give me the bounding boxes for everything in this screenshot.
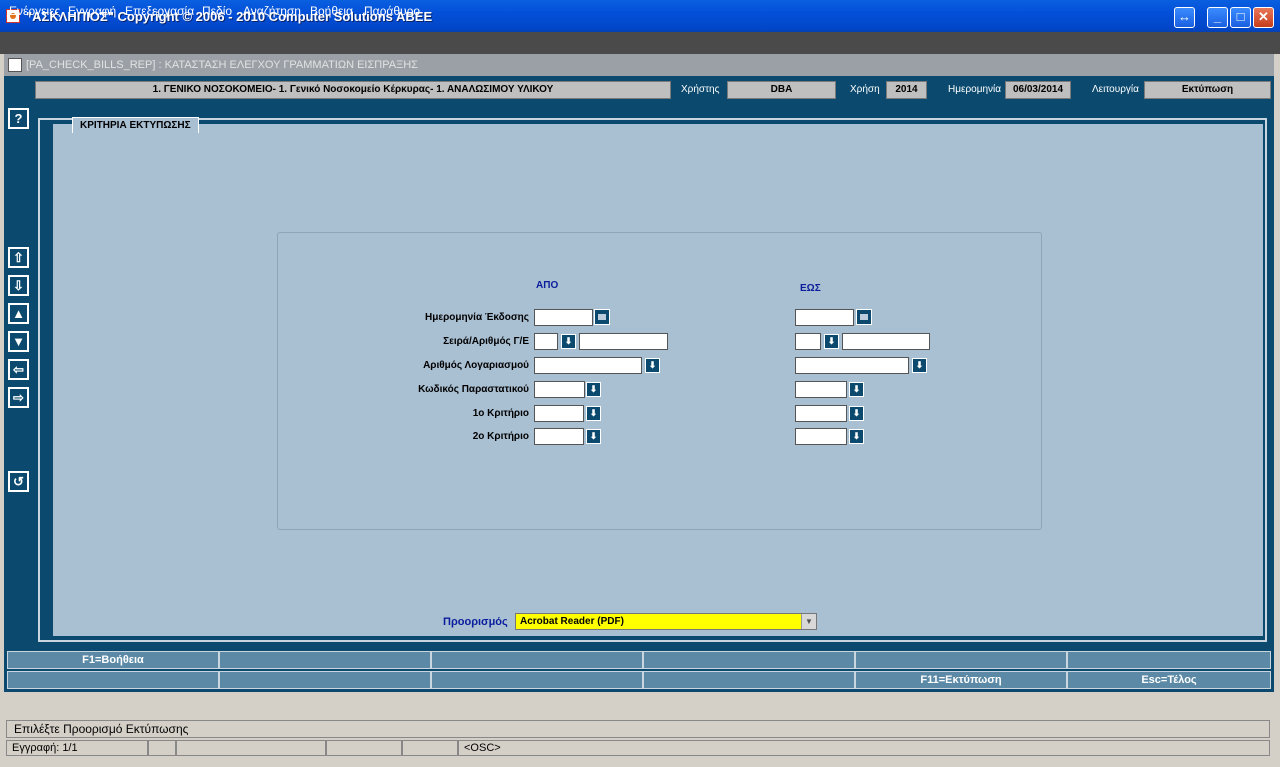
menu-actions[interactable]: Ενέργειες [9,4,60,18]
user-label: Χρήστης [681,84,720,95]
from-header: ΑΠΟ [536,280,559,291]
criterion-2-to-input[interactable] [795,428,847,445]
next-block-button[interactable]: ⇨ [8,387,29,408]
list-down-arrow-icon[interactable]: ⬇ [849,382,864,397]
mode-indicator: <OSC> [458,740,1270,756]
date-value: 06/03/2014 [1005,81,1071,99]
minimize-button[interactable]: _ [1207,7,1228,28]
menu-edit[interactable]: Επεξεργασία [125,4,194,18]
close-button[interactable]: ✕ [1253,7,1274,28]
account-from-input[interactable] [534,357,642,374]
list-down-arrow-icon[interactable]: ⬇ [586,406,601,421]
list-down-arrow-icon[interactable]: ⬇ [561,334,576,349]
criterion-1-label: 1ο Κριτήριο [472,408,529,419]
criterion-1-from-input[interactable] [534,405,584,422]
last-record-button[interactable]: ⇩ [8,275,29,296]
series-to-input[interactable] [795,333,821,350]
list-down-arrow-icon[interactable]: ⬇ [849,406,864,421]
help-button[interactable]: ? [8,108,29,129]
function-key-empty[interactable] [643,651,855,669]
list-down-arrow-icon[interactable]: ⬇ [586,429,601,444]
user-value: DBA [727,81,836,99]
first-record-button[interactable]: ⇧ [8,247,29,268]
function-key-empty[interactable] [7,671,219,689]
criteria-tab-title: ΚΡΙΤΗΡΙΑ ΕΚΤΥΠΩΣΗΣ [72,117,199,133]
to-header: ΕΩΣ [800,283,821,294]
issue-date-from-input[interactable] [534,309,593,326]
list-down-arrow-icon[interactable]: ⬇ [824,334,839,349]
function-key-empty[interactable] [643,671,855,689]
series-number-label: Σειρά/Αριθμός Γ/Ε [443,336,529,347]
status-cell-empty [176,740,326,756]
list-down-arrow-icon[interactable]: ⬇ [849,429,864,444]
date-label: Ημερομηνία [948,84,1002,95]
criterion-1-to-input[interactable] [795,405,847,422]
f1-help-button[interactable]: F1=Βοήθεια [7,651,219,669]
list-down-arrow-icon[interactable]: ⬇ [645,358,660,373]
menu-window[interactable]: Παράθυρο [364,4,420,18]
chevron-down-icon[interactable]: ▼ [801,614,816,629]
function-key-empty[interactable] [1067,651,1271,669]
list-down-arrow-icon[interactable]: ⬇ [912,358,927,373]
record-indicator: Εγγραφή: 1/1 [6,740,148,756]
function-key-empty[interactable] [219,651,431,669]
calendar-icon[interactable] [856,309,872,325]
list-down-arrow-icon[interactable]: ⬇ [586,382,601,397]
series-from-input[interactable] [534,333,558,350]
f11-print-button[interactable]: F11=Εκτύπωση [855,671,1067,689]
account-to-input[interactable] [795,357,909,374]
criteria-box [277,232,1042,530]
function-key-empty[interactable] [219,671,431,689]
destination-label: Προορισμός [443,616,508,628]
year-value: 2014 [886,81,927,99]
status-message: Επιλέξτε Προορισμό Εκτύπωσης [6,720,1270,738]
undo-button[interactable]: ↺ [8,471,29,492]
previous-block-button[interactable]: ⇦ [8,359,29,380]
previous-record-button[interactable]: ▲ [8,303,29,324]
maximize-button[interactable]: □ [1230,7,1251,28]
criterion-2-label: 2ο Κριτήριο [472,431,529,442]
issue-date-to-input[interactable] [795,309,854,326]
year-label: Χρήση [850,84,880,95]
issue-date-label: Ημερομηνία Έκδοσης [425,312,529,323]
esc-exit-button[interactable]: Esc=Τέλος [1067,671,1271,689]
status-cell-empty [402,740,458,756]
account-number-label: Αριθμός Λογαριασμού [423,360,529,371]
document-code-to-input[interactable] [795,381,847,398]
menu-field[interactable]: Πεδίο [202,4,232,18]
organization-display: 1. ΓΕΝΙΚΟ ΝΟΣΟΚΟΜΕΙΟ- 1. Γενικό Νοσοκομε… [35,81,671,99]
function-key-empty[interactable] [855,651,1067,669]
status-cell-empty [326,740,402,756]
function-value: Εκτύπωση [1144,81,1271,99]
next-record-button[interactable]: ▼ [8,331,29,352]
document-code-label: Κωδικός Παραστατικού [418,384,529,395]
menu-search[interactable]: Αναζήτηση [243,4,301,18]
function-label: Λειτουργία [1092,84,1139,95]
destination-select[interactable]: Acrobat Reader (PDF) ▼ [515,613,817,630]
number-from-input[interactable] [579,333,668,350]
destination-value: Acrobat Reader (PDF) [520,616,624,627]
calendar-icon[interactable] [594,309,610,325]
number-to-input[interactable] [842,333,930,350]
menu-bar [0,32,1280,54]
resize-button[interactable]: ↔ [1174,7,1195,28]
function-key-empty[interactable] [431,671,643,689]
menu-record[interactable]: Εγγραφή [68,4,116,18]
criterion-2-from-input[interactable] [534,428,584,445]
document-code-from-input[interactable] [534,381,585,398]
form-icon [8,58,22,72]
status-cell-empty [148,740,176,756]
function-key-empty[interactable] [431,651,643,669]
form-title: [PA_CHECK_BILLS_REP] : ΚΑΤΑΣΤΑΣΗ ΕΛΕΓΧΟΥ… [26,59,418,71]
menu-help[interactable]: Βοήθεια [310,4,353,18]
